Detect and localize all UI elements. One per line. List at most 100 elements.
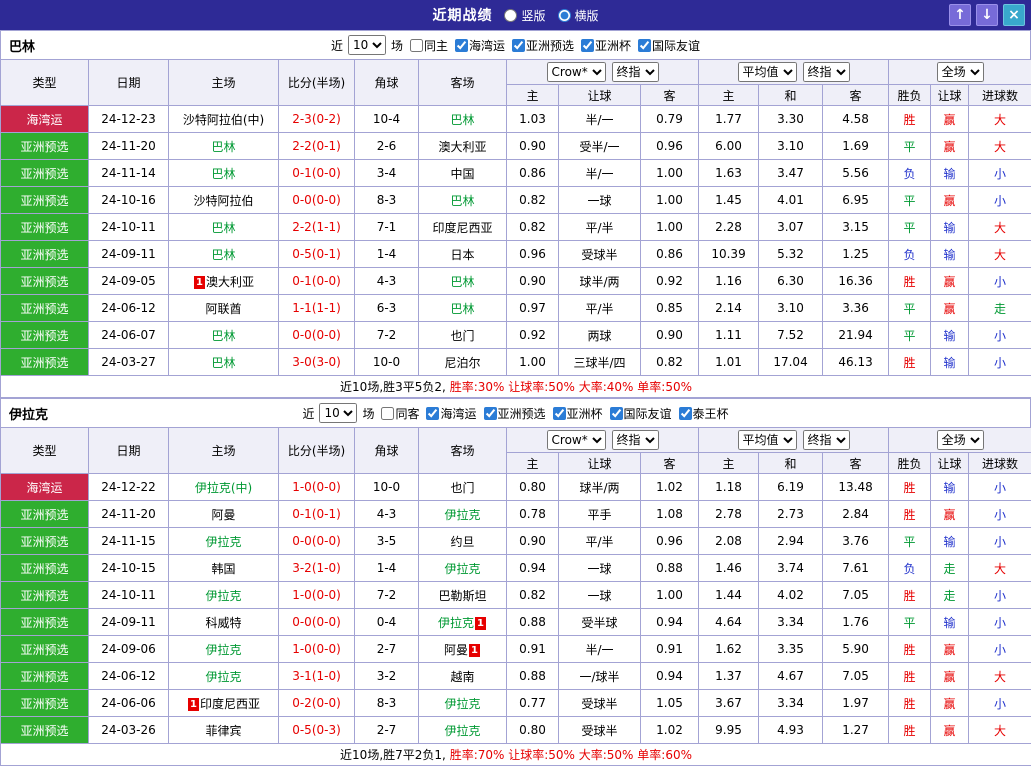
competition-type-cell: 亚洲预选 [1, 528, 89, 555]
red-card-badge: 1 [188, 698, 199, 711]
column-header: 角球 [355, 60, 419, 106]
result-cell: 赢 [931, 106, 969, 133]
filter-checkbox-国际友谊[interactable]: 国际友谊 [610, 405, 672, 422]
filter-checkbox-input[interactable] [610, 407, 623, 420]
summary-rates: 胜率:30% 让球率:50% 大率:40% 单率:50% [450, 380, 692, 394]
result-cell: 胜 [889, 582, 931, 609]
match-scope-select[interactable]: 全场 [937, 430, 984, 450]
horizontal-view-radio[interactable] [558, 9, 571, 22]
results-table: 类型日期主场比分(半场)角球客场 Crow*终指 平均值终指 全场 主让球客主和… [0, 427, 1031, 766]
close-button[interactable]: × [1003, 4, 1025, 26]
odds-stage-select[interactable]: 终指 [612, 430, 659, 450]
handicap-odds-group-header: Crow* 终指 [507, 60, 699, 85]
filter-checkbox-input[interactable] [410, 39, 423, 52]
handicap-odds-cell: 半/一 [559, 106, 641, 133]
team-label: 巴林 [211, 140, 235, 154]
handicap-odds-cell: 1.03 [507, 106, 559, 133]
bookmaker-select[interactable]: Crow* [547, 430, 606, 450]
vertical-view-radio[interactable] [504, 9, 517, 22]
red-card-badge: 1 [469, 644, 480, 657]
away-team-cell: 伊拉克 [419, 501, 507, 528]
section-header: 伊拉克 近 10 场 同客海湾运亚洲预选亚洲杯国际友谊泰王杯 [0, 398, 1031, 427]
handicap-odds-cell: 1.00 [641, 582, 699, 609]
europe-odds-cell: 2.78 [699, 501, 759, 528]
corners-cell: 8-3 [355, 690, 419, 717]
scroll-down-button[interactable]: ↓ [976, 4, 998, 26]
team-label: 伊拉克 [444, 508, 480, 522]
away-team-cell: 越南 [419, 663, 507, 690]
date-cell: 24-09-11 [89, 609, 169, 636]
filter-checkbox-input[interactable] [553, 407, 566, 420]
filter-checkbox-input[interactable] [581, 39, 594, 52]
away-team-cell: 约旦 [419, 528, 507, 555]
result-cell: 平 [889, 187, 931, 214]
result-cell: 胜 [889, 501, 931, 528]
competition-type-cell: 亚洲预选 [1, 690, 89, 717]
summary-record: 近10场,胜3平5负2, [340, 380, 446, 394]
score-cell: 0-0(0-0) [279, 187, 355, 214]
competition-type-cell: 亚洲预选 [1, 717, 89, 744]
team-label: 伊拉克 [205, 535, 241, 549]
filter-checkbox-input[interactable] [512, 39, 525, 52]
odds-stage-select[interactable]: 终指 [612, 62, 659, 82]
europe-odds-cell: 1.76 [823, 609, 889, 636]
filter-checkbox-input[interactable] [426, 407, 439, 420]
home-team-cell: 阿联酋 [169, 295, 279, 322]
score-cell: 0-1(0-0) [279, 268, 355, 295]
handicap-odds-cell: 受半球 [559, 609, 641, 636]
result-cell: 胜 [889, 349, 931, 376]
filter-checkbox-海湾运[interactable]: 海湾运 [455, 37, 505, 54]
recent-count-select[interactable]: 10 [348, 35, 386, 55]
europe-odds-group-header: 平均值终指 [699, 60, 889, 85]
result-cell: 小 [969, 474, 1031, 501]
result-group-header: 全场 [889, 60, 1031, 85]
result-cell: 负 [889, 241, 931, 268]
result-cell: 小 [969, 322, 1031, 349]
odds-stage-select[interactable]: 终指 [803, 62, 850, 82]
filter-checkbox-亚洲杯[interactable]: 亚洲杯 [581, 37, 631, 54]
handicap-odds-cell: 0.85 [641, 295, 699, 322]
bookmaker-select[interactable]: Crow* [547, 62, 606, 82]
view-option-horizontal[interactable]: 横版 [558, 7, 599, 24]
result-cell: 胜 [889, 636, 931, 663]
handicap-odds-cell: 1.00 [641, 214, 699, 241]
sub-column-header: 进球数 [969, 453, 1031, 474]
average-odds-select[interactable]: 平均值 [738, 62, 797, 82]
result-cell: 走 [931, 555, 969, 582]
filter-checkbox-input[interactable] [484, 407, 497, 420]
match-scope-select[interactable]: 全场 [937, 62, 984, 82]
average-odds-select[interactable]: 平均值 [738, 430, 797, 450]
result-cell: 小 [969, 187, 1031, 214]
date-cell: 24-11-20 [89, 133, 169, 160]
view-option-vertical[interactable]: 竖版 [504, 7, 545, 24]
result-cell: 大 [969, 555, 1031, 582]
filter-checkbox-国际友谊[interactable]: 国际友谊 [638, 37, 700, 54]
handicap-odds-cell: 0.79 [641, 106, 699, 133]
filter-checkbox-input[interactable] [381, 407, 394, 420]
handicap-odds-cell: 半/一 [559, 160, 641, 187]
europe-odds-cell: 4.02 [759, 582, 823, 609]
scroll-up-button[interactable]: ↑ [949, 4, 971, 26]
recent-count-select[interactable]: 10 [319, 403, 357, 423]
filter-checkbox-input[interactable] [455, 39, 468, 52]
filter-checkbox-input[interactable] [638, 39, 651, 52]
filter-checkbox-泰王杯[interactable]: 泰王杯 [679, 405, 729, 422]
away-team-cell: 伊拉克 [419, 690, 507, 717]
filter-checkbox-input[interactable] [679, 407, 692, 420]
team-label: 沙特阿拉伯 [193, 194, 253, 208]
europe-odds-cell: 3.67 [699, 690, 759, 717]
match-row: 亚洲预选24-09-11科威特0-0(0-0)0-4伊拉克10.88受半球0.9… [1, 609, 1031, 636]
corners-cell: 3-2 [355, 663, 419, 690]
odds-stage-select[interactable]: 终指 [803, 430, 850, 450]
competition-type-cell: 亚洲预选 [1, 609, 89, 636]
filter-checkbox-同客[interactable]: 同客 [381, 405, 419, 422]
filter-checkbox-亚洲预选[interactable]: 亚洲预选 [484, 405, 546, 422]
europe-odds-cell: 1.11 [699, 322, 759, 349]
filter-checkbox-海湾运[interactable]: 海湾运 [426, 405, 476, 422]
europe-odds-cell: 2.08 [699, 528, 759, 555]
filter-checkbox-同主[interactable]: 同主 [410, 37, 448, 54]
handicap-odds-cell: 1.08 [641, 501, 699, 528]
handicap-odds-cell: 平/半 [559, 528, 641, 555]
filter-checkbox-亚洲预选[interactable]: 亚洲预选 [512, 37, 574, 54]
filter-checkbox-亚洲杯[interactable]: 亚洲杯 [553, 405, 603, 422]
